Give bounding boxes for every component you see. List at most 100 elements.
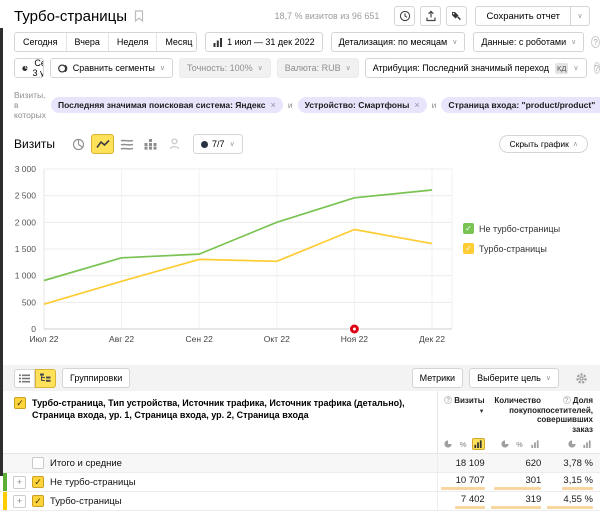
bars-mode-button[interactable] bbox=[472, 438, 485, 450]
column-purchases: Количество покупок % bbox=[488, 396, 544, 450]
svg-text:Окт 22: Окт 22 bbox=[264, 334, 290, 344]
report-header: Турбо-страницы 18,7 % визитов из 96 651 … bbox=[0, 0, 600, 28]
dimension-header-cell: ✓ Турбо-страница, Тип устройства, Источн… bbox=[0, 391, 437, 453]
legend-item-1[interactable]: ✓ Турбо-страницы bbox=[463, 243, 560, 254]
preset-button-0[interactable]: Сегодня bbox=[15, 33, 66, 51]
tree-view-button[interactable] bbox=[35, 369, 56, 388]
line-chart-type-button[interactable] bbox=[91, 134, 114, 154]
help-icon: ? bbox=[563, 396, 571, 404]
row-cells: 18 1096203,78 % bbox=[437, 454, 600, 472]
legend-checkbox[interactable]: ✓ bbox=[463, 243, 474, 254]
cell-value: 301 bbox=[525, 475, 541, 486]
share-column-header[interactable]: ?Доля посетителей, совершивших заказ bbox=[537, 396, 593, 434]
groupings-button[interactable]: Группировки bbox=[62, 368, 130, 388]
chevron-down-icon: ∨ bbox=[546, 374, 551, 382]
preset-button-1[interactable]: Вчера bbox=[66, 33, 108, 51]
preset-button-3[interactable]: Месяц bbox=[156, 33, 197, 51]
compare-segments-dropdown[interactable]: Сравнить сегменты∨ bbox=[50, 58, 173, 78]
export-button[interactable] bbox=[420, 6, 441, 26]
settings-button[interactable] bbox=[575, 372, 588, 385]
row-main: + ✓ Турбо-страницы bbox=[0, 492, 437, 510]
detail-dropdown[interactable]: Детализация: по месяцам∨ bbox=[331, 32, 466, 52]
bars-mode-button[interactable] bbox=[580, 438, 593, 450]
pie-mode-button[interactable] bbox=[565, 438, 578, 450]
currency-dropdown[interactable]: Валюта: RUB∨ bbox=[277, 58, 359, 78]
history-button[interactable] bbox=[394, 6, 415, 26]
select-all-checkbox[interactable]: ✓ bbox=[14, 397, 26, 409]
cell-value: 4,55 % bbox=[563, 494, 593, 505]
filter-chip-1[interactable]: Устройство: Смартфоны× bbox=[298, 97, 427, 113]
bookmark-icon[interactable] bbox=[134, 10, 144, 22]
tags-button[interactable] bbox=[446, 6, 467, 26]
row-checkbox[interactable]: ✓ bbox=[32, 476, 44, 488]
save-report-button[interactable]: Сохранить отчет bbox=[475, 6, 571, 26]
expand-button[interactable]: + bbox=[13, 495, 26, 508]
svg-text:2 500: 2 500 bbox=[15, 191, 37, 201]
legend-item-0[interactable]: ✓Не турбо-страницы bbox=[463, 223, 560, 234]
help-icon[interactable]: ? bbox=[591, 36, 600, 48]
data-mode-dropdown[interactable]: Данные: с роботами∨ bbox=[473, 32, 584, 52]
cell-value: 7 402 bbox=[461, 494, 485, 505]
map-chart-type-button[interactable] bbox=[163, 134, 186, 154]
dimension-header-text[interactable]: Турбо-страница, Тип устройства, Источник… bbox=[32, 397, 429, 421]
legend-checkbox[interactable]: ✓ bbox=[463, 223, 474, 234]
pie-mode-button[interactable] bbox=[498, 438, 511, 450]
accuracy-dropdown[interactable]: Точность: 100%∨ bbox=[179, 58, 271, 78]
visits-column-header[interactable]: ?Визиты ▼ bbox=[441, 396, 485, 417]
list-view-button[interactable] bbox=[14, 369, 35, 388]
column-visits: ?Визиты ▼ % bbox=[438, 396, 488, 450]
line-chart-icon bbox=[96, 138, 110, 150]
remove-filter-icon[interactable]: × bbox=[271, 101, 276, 110]
bars-mode-button[interactable] bbox=[528, 438, 541, 450]
cell-purchases: 620 bbox=[488, 454, 545, 472]
filter-chip-0[interactable]: Последняя значимая поисковая система: Ян… bbox=[51, 97, 283, 113]
purchases-display-modes: % bbox=[498, 438, 541, 450]
sort-desc-icon: ▼ bbox=[479, 409, 485, 415]
pie-mode-button[interactable] bbox=[442, 438, 455, 450]
filter-chip-2[interactable]: Страница входа: "product/product"× bbox=[441, 97, 600, 113]
map-pin-icon bbox=[169, 138, 180, 150]
row-label[interactable]: Не турбо-страницы bbox=[50, 477, 136, 488]
svg-text:1 500: 1 500 bbox=[15, 244, 37, 254]
row-checkbox[interactable]: ✓ bbox=[32, 495, 44, 507]
chevron-down-icon: ∨ bbox=[573, 64, 578, 72]
columns-chart-type-button[interactable] bbox=[139, 134, 162, 154]
value-bar bbox=[441, 487, 485, 490]
preset-button-2[interactable]: Неделя bbox=[108, 33, 156, 51]
table-toolbar: Группировки Метрики Выберите цель∨ bbox=[0, 365, 600, 391]
purchases-column-header[interactable]: Количество покупок bbox=[491, 396, 541, 415]
table-row-0[interactable]: +✓Итого и средние18 1096203,78 % bbox=[0, 454, 600, 473]
cell-visits: 18 109 bbox=[438, 454, 488, 472]
value-bar bbox=[547, 506, 593, 509]
accuracy-label: Точность: 100% bbox=[187, 63, 253, 73]
lines-visibility-dropdown[interactable]: 7/7 ∨ bbox=[193, 134, 243, 154]
cell-value: 10 707 bbox=[456, 475, 485, 486]
help-icon[interactable]: ? bbox=[594, 62, 600, 74]
row-checkbox[interactable]: ✓ bbox=[32, 457, 44, 469]
metrics-button[interactable]: Метрики bbox=[412, 368, 463, 388]
attribution-dropdown[interactable]: Атрибуция: Последний значимый переход КД… bbox=[365, 58, 587, 78]
save-report-caret-button[interactable]: ∨ bbox=[571, 6, 590, 26]
stacked-chart-type-button[interactable] bbox=[115, 134, 138, 154]
svg-text:3 000: 3 000 bbox=[15, 164, 37, 174]
percent-mode-button[interactable]: % bbox=[457, 438, 470, 450]
left-edge-strip bbox=[0, 28, 3, 476]
expand-button[interactable]: + bbox=[13, 476, 26, 489]
remove-filter-icon[interactable]: × bbox=[414, 101, 419, 110]
date-range-button[interactable]: 1 июл — 31 дек 2022 bbox=[205, 32, 323, 52]
pie-chart-type-button[interactable] bbox=[67, 134, 90, 154]
pie-chart-icon bbox=[72, 138, 85, 151]
row-label[interactable]: Итого и средние bbox=[50, 458, 122, 469]
hide-chart-button[interactable]: Скрыть график ∧ bbox=[499, 135, 588, 153]
choose-goal-dropdown[interactable]: Выберите цель∨ bbox=[469, 368, 559, 388]
visits-chart[interactable]: 05001 0001 5002 0002 5003 000Июл 22Авг 2… bbox=[0, 159, 600, 357]
svg-text:Авг 22: Авг 22 bbox=[109, 334, 134, 344]
segment-dropdown[interactable]: Сегмент: 3 условия∨ bbox=[15, 59, 44, 77]
percent-mode-button[interactable]: % bbox=[513, 438, 526, 450]
segment-label: Сегмент: 3 условия bbox=[32, 58, 44, 78]
share-display-modes bbox=[565, 438, 593, 450]
table-row-2[interactable]: +✓Турбо-страницы7 4023194,55 % bbox=[0, 492, 600, 511]
pie-mini-icon bbox=[444, 440, 452, 448]
row-label[interactable]: Турбо-страницы bbox=[50, 496, 122, 507]
legend-label: Турбо-страницы bbox=[479, 244, 547, 254]
